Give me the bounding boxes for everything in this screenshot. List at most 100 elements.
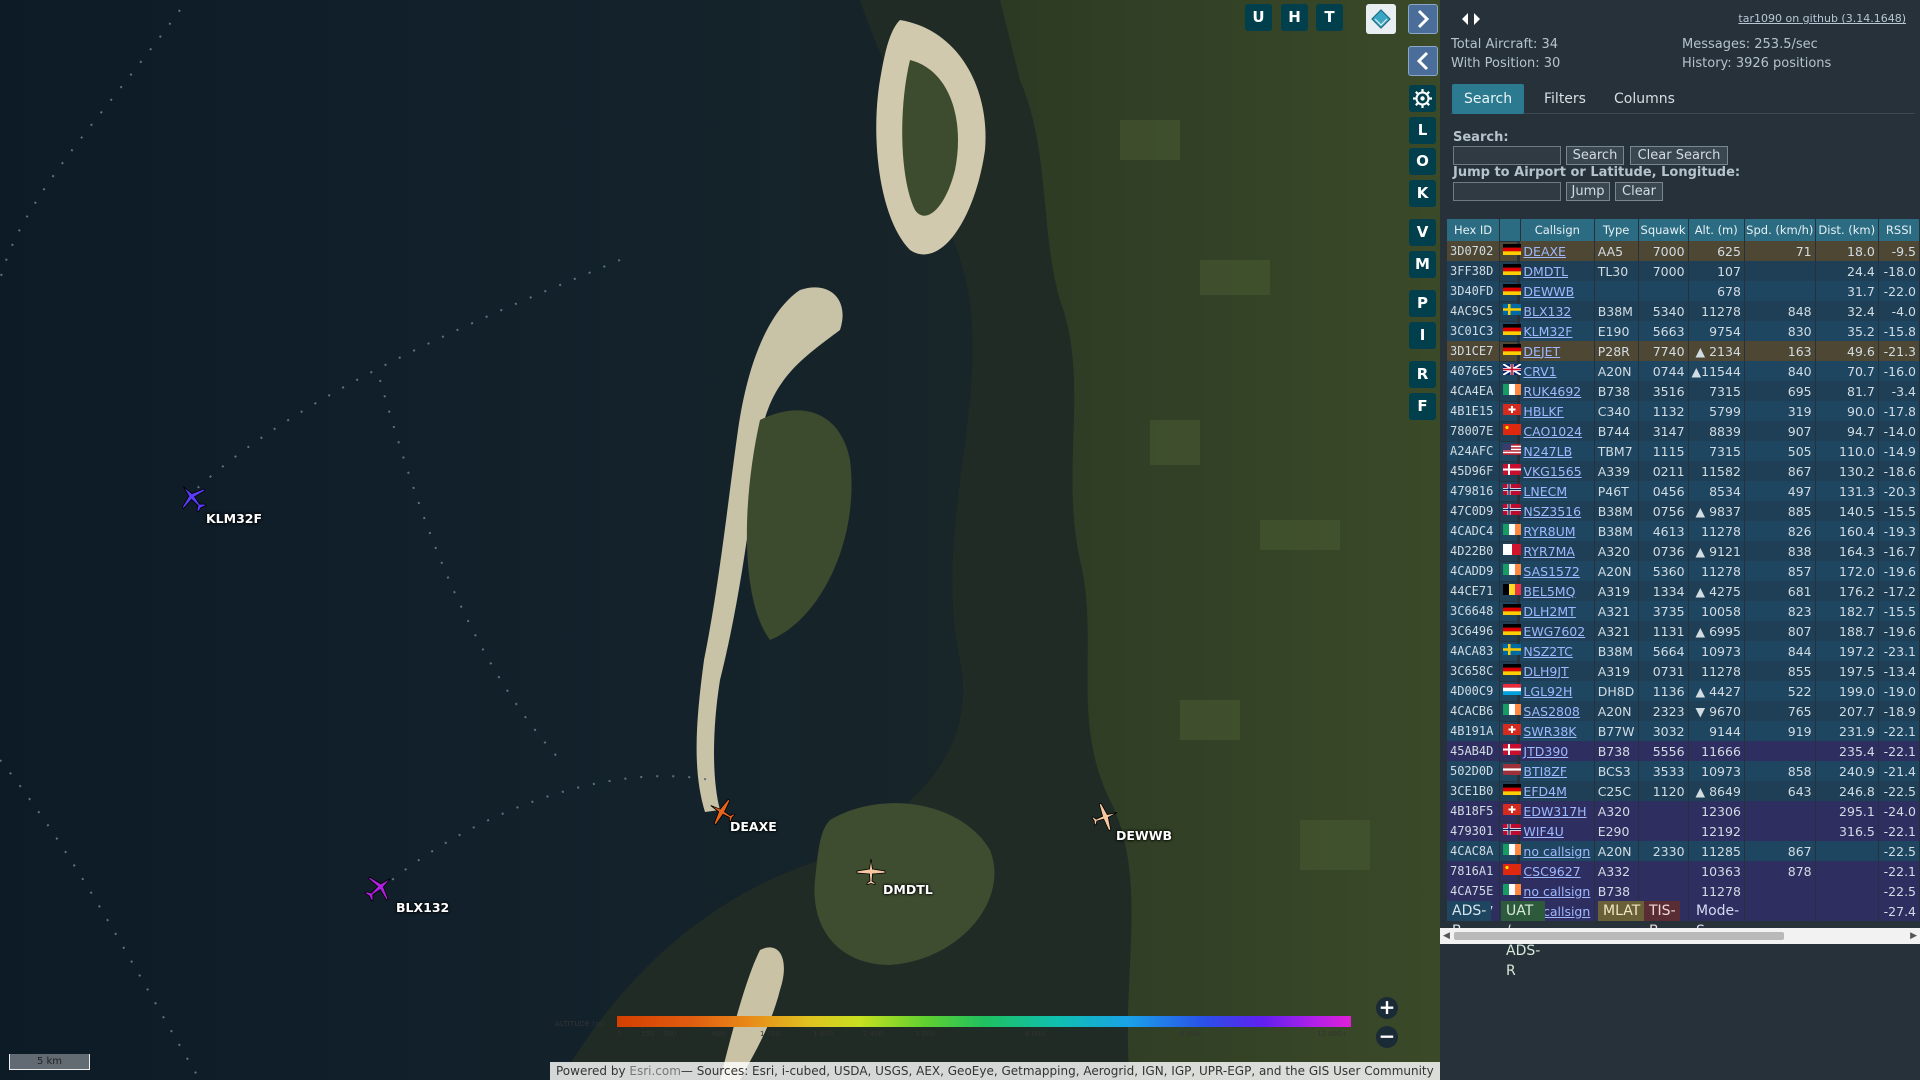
jump-button[interactable]: Jump	[1566, 182, 1610, 201]
callsign-link[interactable]: DLH9JT	[1520, 661, 1595, 681]
map-button-r[interactable]: R	[1409, 361, 1436, 388]
callsign-link[interactable]: JTD390	[1520, 741, 1595, 761]
map-button-l[interactable]: L	[1409, 117, 1436, 144]
table-row[interactable]: A24AFC N247LB TBM7 1115 7315 505 110.0 -14.9	[1447, 441, 1920, 461]
callsign-link[interactable]: RYR8UM	[1520, 521, 1595, 541]
aircraft-marker-klm32f[interactable]	[176, 481, 210, 515]
map-button-o[interactable]: O	[1409, 148, 1436, 175]
callsign-link[interactable]: WIF4U	[1520, 821, 1595, 841]
callsign-link[interactable]: DEJET	[1520, 341, 1595, 361]
table-row[interactable]: 4CACB6 SAS2808 A20N 2323 ▼ 9670 765 207.7 -18.9	[1447, 701, 1920, 721]
table-row[interactable]: 45D96F VKG1565 A339 0211 11582 867 130.2 -18.6	[1447, 461, 1920, 481]
tab-filters[interactable]: Filters	[1532, 84, 1598, 114]
callsign-link[interactable]: EDW317H	[1520, 801, 1595, 821]
callsign-link[interactable]: NSZ2TC	[1520, 641, 1595, 661]
table-row[interactable]: 3C01C3 KLM32F E190 5663 9754 830 35.2 -15.8	[1447, 321, 1920, 341]
expand-arrows-icon[interactable]	[1456, 4, 1486, 34]
map-button-m[interactable]: M	[1409, 251, 1436, 278]
callsign-link[interactable]: LNECM	[1520, 481, 1595, 501]
tab-columns[interactable]: Columns	[1602, 84, 1687, 114]
table-row[interactable]: 4CAC8A no callsign A20N 2330 11285 867 -22.5	[1447, 841, 1920, 861]
column-header-type[interactable]: Type	[1594, 219, 1639, 241]
table-row[interactable]: 3C6648 DLH2MT A321 3735 10058 823 182.7 -15.5	[1447, 601, 1920, 621]
tab-search[interactable]: Search	[1452, 84, 1525, 114]
map-canvas[interactable]: KLM32F BLX132 DEAXE DMDTL DEWWB U H T L …	[0, 0, 1440, 1080]
table-row[interactable]: 3D1CE7 DEJET P28R 7740 ▲ 2134 163 49.6 -21.3	[1447, 341, 1920, 361]
map-button-k[interactable]: K	[1409, 180, 1436, 207]
column-header-flag[interactable]	[1499, 219, 1521, 241]
callsign-link[interactable]: DLH2MT	[1520, 601, 1595, 621]
jump-input[interactable]	[1453, 182, 1561, 201]
map-button-i[interactable]: I	[1409, 322, 1436, 349]
table-row[interactable]: 3CE1B0 EFD4M C25C 1120 ▲ 8649 643 246.8 -22.5	[1447, 781, 1920, 801]
column-header-callsign[interactable]: Callsign	[1520, 219, 1595, 241]
table-row[interactable]: 3C658C DLH9JT A319 0731 11278 855 197.5 -13.4	[1447, 661, 1920, 681]
table-row[interactable]: 4B191A SWR38K B77W 3032 9144 919 231.9 -22.1	[1447, 721, 1920, 741]
chevron-left-icon[interactable]	[1408, 46, 1438, 76]
search-button[interactable]: Search	[1566, 146, 1624, 165]
table-row[interactable]: 4B1E15 HBLKF C340 1132 5799 319 90.0 -17.8	[1447, 401, 1920, 421]
column-header-distance[interactable]: Dist. (km)	[1815, 219, 1879, 241]
table-row[interactable]: 3D0702 DEAXE AA5 7000 625 71 18.0 -9.5	[1447, 241, 1920, 261]
callsign-link[interactable]: BEL5MQ	[1520, 581, 1595, 601]
clear-button[interactable]: Clear	[1615, 182, 1663, 201]
callsign-link[interactable]: DEAXE	[1520, 241, 1595, 261]
column-header-altitude[interactable]: Alt. (m)	[1688, 219, 1745, 241]
table-row[interactable]: 3C6496 EWG7602 A321 1131 ▲ 6995 807 188.7 -19.6	[1447, 621, 1920, 641]
table-row[interactable]: 47C0D9 NSZ3516 B38M 0756 ▲ 9837 885 140.5 -15.5	[1447, 501, 1920, 521]
callsign-link[interactable]: SWR38K	[1520, 721, 1595, 741]
column-header-rssi[interactable]: RSSI	[1878, 219, 1920, 241]
table-row[interactable]: 4AC9C5 BLX132 B38M 5340 11278 848 32.4 -4.0	[1447, 301, 1920, 321]
map-button-u[interactable]: U	[1245, 4, 1272, 31]
callsign-link[interactable]: KLM32F	[1520, 321, 1595, 341]
esri-link[interactable]: Esri.com	[629, 1064, 681, 1078]
callsign-link[interactable]: VKG1565	[1520, 461, 1595, 481]
callsign-link[interactable]: N247LB	[1520, 441, 1595, 461]
chevron-right-icon[interactable]	[1408, 4, 1438, 34]
callsign-link[interactable]: DMDTL	[1520, 261, 1595, 281]
map-button-t[interactable]: T	[1316, 4, 1343, 31]
map-button-h[interactable]: H	[1281, 4, 1308, 31]
table-row[interactable]: 4CADC4 RYR8UM B38M 4613 11278 826 160.4 -19.3	[1447, 521, 1920, 541]
callsign-link[interactable]: LGL92H	[1520, 681, 1595, 701]
callsign-link[interactable]: DEWWB	[1520, 281, 1595, 301]
zoom-out-button[interactable]: −	[1376, 1026, 1398, 1048]
settings-gear-icon[interactable]	[1409, 85, 1436, 112]
callsign-link[interactable]: no callsign	[1520, 881, 1595, 901]
callsign-link[interactable]: SAS2808	[1520, 701, 1595, 721]
table-row[interactable]: 4B18F5 EDW317H A320 12306 295.1 -24.0	[1447, 801, 1920, 821]
table-row[interactable]: 4D00C9 LGL92H DH8D 1136 ▲ 4427 522 199.0 -19.0	[1447, 681, 1920, 701]
table-horizontal-scrollbar[interactable]: ◀ ▶	[1440, 928, 1920, 944]
table-row[interactable]: 502D0D BTI8ZF BCS3 3533 10973 858 240.9 -21.4	[1447, 761, 1920, 781]
table-row[interactable]: 78007E CAO1024 B744 3147 8839 907 94.7 -14.0	[1447, 421, 1920, 441]
scroll-left-icon[interactable]: ◀	[1443, 931, 1450, 941]
column-header-squawk[interactable]: Squawk	[1638, 219, 1689, 241]
callsign-link[interactable]: HBLKF	[1520, 401, 1595, 421]
table-row[interactable]: 7816A1 CSC9627 A332 10363 878 -22.1	[1447, 861, 1920, 881]
table-row[interactable]: 479816 LNECM P46T 0456 8534 497 131.3 -20.3	[1447, 481, 1920, 501]
table-row[interactable]: 44CE71 BEL5MQ A319 1334 ▲ 4275 681 176.2 -17.2	[1447, 581, 1920, 601]
table-row[interactable]: 4ACA83 NSZ2TC B38M 5664 10973 844 197.2 -23.1	[1447, 641, 1920, 661]
table-row[interactable]: 4D22B0 RYR7MA A320 0736 ▲ 9121 838 164.3 -16.7	[1447, 541, 1920, 561]
table-row[interactable]: 4CA75E no callsign B738 11278 -22.5	[1447, 881, 1920, 901]
clear-search-button[interactable]: Clear Search	[1630, 146, 1728, 165]
callsign-link[interactable]: BLX132	[1520, 301, 1595, 321]
map-button-v[interactable]: V	[1409, 219, 1436, 246]
callsign-link[interactable]: EFD4M	[1520, 781, 1595, 801]
table-row[interactable]: 3FF38D DMDTL TL30 7000 107 24.4 -18.0	[1447, 261, 1920, 281]
callsign-link[interactable]: CRV1	[1520, 361, 1595, 381]
column-header-hex-id[interactable]: Hex ID	[1447, 219, 1501, 241]
search-input[interactable]	[1453, 146, 1561, 165]
callsign-link[interactable]: CAO1024	[1520, 421, 1595, 441]
aircraft-marker-blx132[interactable]	[362, 871, 396, 905]
table-row[interactable]: 479301 WIF4U E290 12192 316.5 -22.1	[1447, 821, 1920, 841]
callsign-link[interactable]: BTI8ZF	[1520, 761, 1595, 781]
map-button-p[interactable]: P	[1409, 290, 1436, 317]
callsign-link[interactable]: RUK4692	[1520, 381, 1595, 401]
table-row[interactable]: 45AB4D JTD390 B738 5556 11666 235.4 -22.1	[1447, 741, 1920, 761]
map-button-f[interactable]: F	[1409, 393, 1436, 420]
scrollbar-thumb[interactable]	[1454, 932, 1784, 940]
table-row[interactable]: 4CA4EA RUK4692 B738 3516 7315 695 81.7 -3.4	[1447, 381, 1920, 401]
table-row[interactable]: 4076E5 CRV1 A20N 0744 ▲11544 840 70.7 -16.0	[1447, 361, 1920, 381]
callsign-link[interactable]: RYR7MA	[1520, 541, 1595, 561]
